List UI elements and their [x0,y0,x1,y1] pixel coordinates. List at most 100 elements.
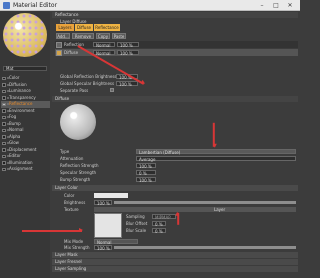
layer-name: Diffuse [64,50,79,55]
tab-diffuse[interactable]: Diffuse [75,24,93,31]
channel-item-assignment[interactable]: Assignment [1,166,50,173]
channel-label: Displacement [9,146,37,152]
texture-bar-label: Layer [214,207,226,212]
layer-fresnel-header[interactable]: Layer Fresnel [52,259,298,265]
brightness-field[interactable]: 100 % [94,200,112,206]
channel-checkbox[interactable] [2,141,6,145]
specular-strength-field[interactable]: 0 % [136,170,156,176]
layer-sampling-header[interactable]: Layer Sampling [52,266,298,272]
blur-scale-field[interactable]: 0 % [152,228,166,234]
material-preview[interactable] [3,13,47,57]
channel-checkbox[interactable] [2,76,6,80]
channel-checkbox[interactable] [2,154,6,158]
mix-strength-field[interactable]: 100 % [94,245,112,251]
type-select[interactable]: Lambertian (Diffuse) [136,149,296,155]
annotation-arrow [177,212,179,225]
channel-dot-icon [6,96,9,99]
layer-mode-select[interactable]: Normal [93,50,115,56]
app-icon [3,2,10,9]
channel-checkbox[interactable] [2,102,6,106]
channel-label: Normal [9,127,24,132]
channel-label: Environment [9,107,35,113]
channel-dot-icon [6,135,9,138]
type-label: Type [60,149,70,154]
sampling-label: Sampling [126,214,145,219]
layer-visibility-icon[interactable] [56,41,62,48]
reflection-strength-field[interactable]: 100 % [136,163,156,169]
attenuation-select[interactable]: Average [136,156,296,162]
channel-checkbox[interactable] [2,128,6,132]
channel-label: Assignment [9,166,33,171]
channel-label: Color [9,75,20,80]
blur-offset-field[interactable]: 0 % [152,221,166,227]
remove-button[interactable]: Remove [72,33,94,39]
blur-offset-label: Blur Offset [126,221,148,226]
close-icon[interactable]: ✕ [284,1,296,10]
channel-label: Diffusion [9,81,27,87]
channel-dot-icon [6,90,9,92]
layer-mask-header[interactable]: Layer Mask [52,252,298,258]
global-specular-field[interactable]: 100 % [116,81,138,87]
channel-checkbox[interactable] [2,96,6,100]
material-name-field[interactable]: Mat [3,66,47,71]
channel-checkbox[interactable] [2,161,6,165]
global-reflection-label: Global Reflection Brightness [60,74,117,79]
channel-dot-icon [6,103,9,105]
texture-bar[interactable]: Layer [94,207,296,212]
channel-dot-icon [6,161,9,164]
channel-dot-icon [6,109,9,112]
title-bar: Material Editor – □ ✕ [0,0,300,11]
mix-mode-select[interactable]: Normal [94,239,138,245]
brightness-label: Brightness [64,200,86,205]
annotation-arrow [22,228,83,232]
reflectance-header: Reflectance [52,12,298,18]
copy-button[interactable]: Copy [96,33,110,39]
texture-label: Texture [64,207,79,212]
bump-strength-label: Bump Strength [60,177,91,182]
channel-checkbox[interactable] [2,89,6,93]
channel-dot-icon [6,116,9,118]
separate-pass-label: Separate Pass [60,88,89,93]
tab-layers[interactable]: Layers [56,24,74,31]
layer-sampling-label: Layer Sampling [55,266,87,271]
channel-label: Reflectance [9,101,33,106]
layer-strength[interactable]: 100 % [117,50,139,56]
channel-label: Bump [9,120,21,126]
layer-color-label: Layer Color [55,185,78,190]
channel-checkbox[interactable] [2,115,6,119]
texture-preview[interactable] [94,213,122,238]
layer-mode-select[interactable]: Normal [93,42,115,48]
layer-visibility-icon[interactable] [56,49,62,56]
color-swatch[interactable] [94,193,128,198]
blur-scale-label: Blur Scale [126,228,147,233]
window-title: Material Editor [13,2,58,9]
add-button[interactable]: Add... [56,33,70,39]
separate-pass-checkbox[interactable] [110,88,114,92]
brightness-slider[interactable] [114,201,296,204]
channel-checkbox[interactable] [2,109,6,113]
global-specular-label: Global Specular Brightness [60,81,115,86]
channel-checkbox[interactable] [2,167,6,171]
channel-checkbox[interactable] [2,148,6,152]
reflection-strength-label: Reflection Strength [60,163,99,168]
channel-checkbox[interactable] [2,83,6,87]
bump-strength-field[interactable]: 100 % [136,177,156,183]
layer-strength[interactable]: 100 % [117,42,139,48]
tab-reflectance[interactable]: Reflectance [94,24,120,31]
maximize-icon[interactable]: □ [270,1,282,10]
layer-color-header[interactable]: Layer Color [52,185,298,191]
layer-mask-label: Layer Mask [55,252,78,257]
diffuse-preview [60,104,96,140]
channel-checkbox[interactable] [2,135,6,139]
channel-dot-icon [6,77,9,79]
layer-row[interactable]: Reflection Normal 100 % [55,41,298,48]
channel-checkbox[interactable] [2,122,6,126]
channel-label: Luminance [9,88,31,93]
channel-label: Glow [9,140,19,145]
channel-label: Illumination [9,159,33,165]
paste-button[interactable]: Paste [112,33,126,39]
sampling-select[interactable]: MIPMAP [152,214,176,220]
mix-strength-slider[interactable] [114,246,296,249]
channel-label: Editor [9,153,21,158]
minimize-icon[interactable]: – [256,1,268,10]
